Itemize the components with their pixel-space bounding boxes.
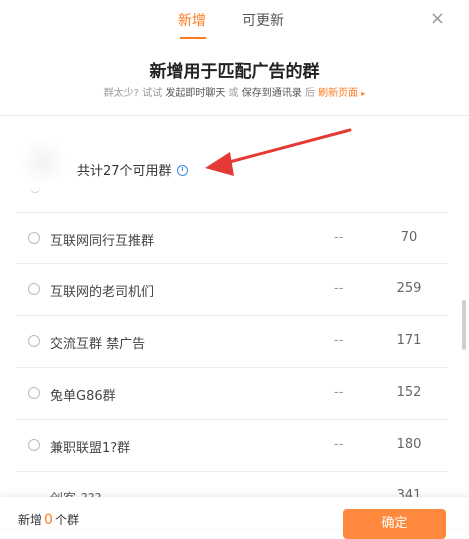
group-status: -- — [334, 281, 344, 296]
scrollbar-thumb[interactable] — [462, 300, 466, 350]
list-item[interactable]: 互联网同行互推群 -- 70 — [16, 212, 448, 264]
confirm-button[interactable]: 确定 — [343, 509, 446, 539]
group-status: -- — [334, 333, 344, 348]
group-member-count: 152 — [396, 385, 422, 400]
group-name: 互联网同行互推群 — [50, 234, 155, 249]
group-name: 交流互群 禁广告 — [50, 337, 146, 352]
radio-button[interactable] — [28, 335, 40, 347]
selected-count: 新增 0 个群 — [18, 511, 79, 528]
radio-button[interactable] — [28, 232, 40, 244]
group-name: 兼职联盟1?群 — [50, 441, 131, 456]
group-member-count: 180 — [396, 437, 422, 452]
list-item[interactable]: 交流互群 禁广告 -- 171 — [16, 316, 448, 368]
list-item[interactable]: 兼职联盟1?群 -- 180 — [16, 420, 448, 472]
radio-button[interactable] — [28, 439, 40, 451]
group-status: -- — [334, 230, 344, 245]
list-item[interactable]: 互联网的老司机们 -- 259 — [16, 264, 448, 316]
group-member-count: 171 — [396, 333, 422, 348]
group-list: 互联网同行互推群 -- 70 互联网的老司机们 -- 259 交流互群 禁广告 … — [16, 212, 448, 472]
footer-prefix: 新增 — [18, 513, 43, 527]
group-name: 兔单G86群 — [50, 389, 116, 404]
radio-button[interactable] — [28, 387, 40, 399]
group-status: -- — [334, 385, 344, 400]
radio-button[interactable] — [28, 283, 40, 295]
footer-suffix: 个群 — [54, 513, 79, 527]
group-member-count: 70 — [400, 230, 418, 245]
group-member-count: 259 — [396, 281, 422, 296]
dialog-footer: 新增 0 个群 确定 — [0, 497, 469, 539]
group-name: 互联网的老司机们 — [50, 285, 155, 300]
group-status: -- — [334, 437, 344, 452]
selected-count-value: 0 — [44, 512, 53, 528]
list-item[interactable]: 兔单G86群 -- 152 — [16, 368, 448, 420]
